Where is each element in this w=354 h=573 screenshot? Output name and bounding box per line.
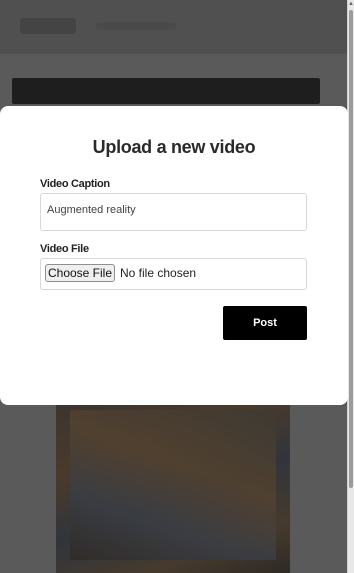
video-caption-label: Video Caption [40, 178, 110, 190]
scroll-up-icon[interactable]: ▲ [348, 0, 354, 8]
modal-title: Upload a new video [92, 137, 256, 157]
video-file-field[interactable]: Choose File No file chosen [40, 258, 307, 290]
background-video-frame [70, 410, 276, 560]
upload-modal: Upload a new video Video Caption Video F… [0, 106, 348, 405]
background-banner [12, 78, 320, 104]
video-caption-input[interactable] [47, 202, 297, 218]
no-file-chosen-text: No file chosen [120, 266, 197, 280]
video-caption-field[interactable] [40, 193, 307, 231]
post-button[interactable]: Post [223, 306, 307, 340]
background-header [0, 0, 348, 54]
choose-file-button[interactable]: Choose File [45, 264, 115, 282]
background-video-thumbnail [56, 400, 290, 573]
background-nav [96, 22, 176, 30]
scrollbar-thumb[interactable] [349, 10, 353, 488]
video-file-label: Video File [40, 243, 89, 255]
background-logo [20, 18, 76, 34]
scrollbar[interactable]: ▲ [347, 0, 354, 573]
